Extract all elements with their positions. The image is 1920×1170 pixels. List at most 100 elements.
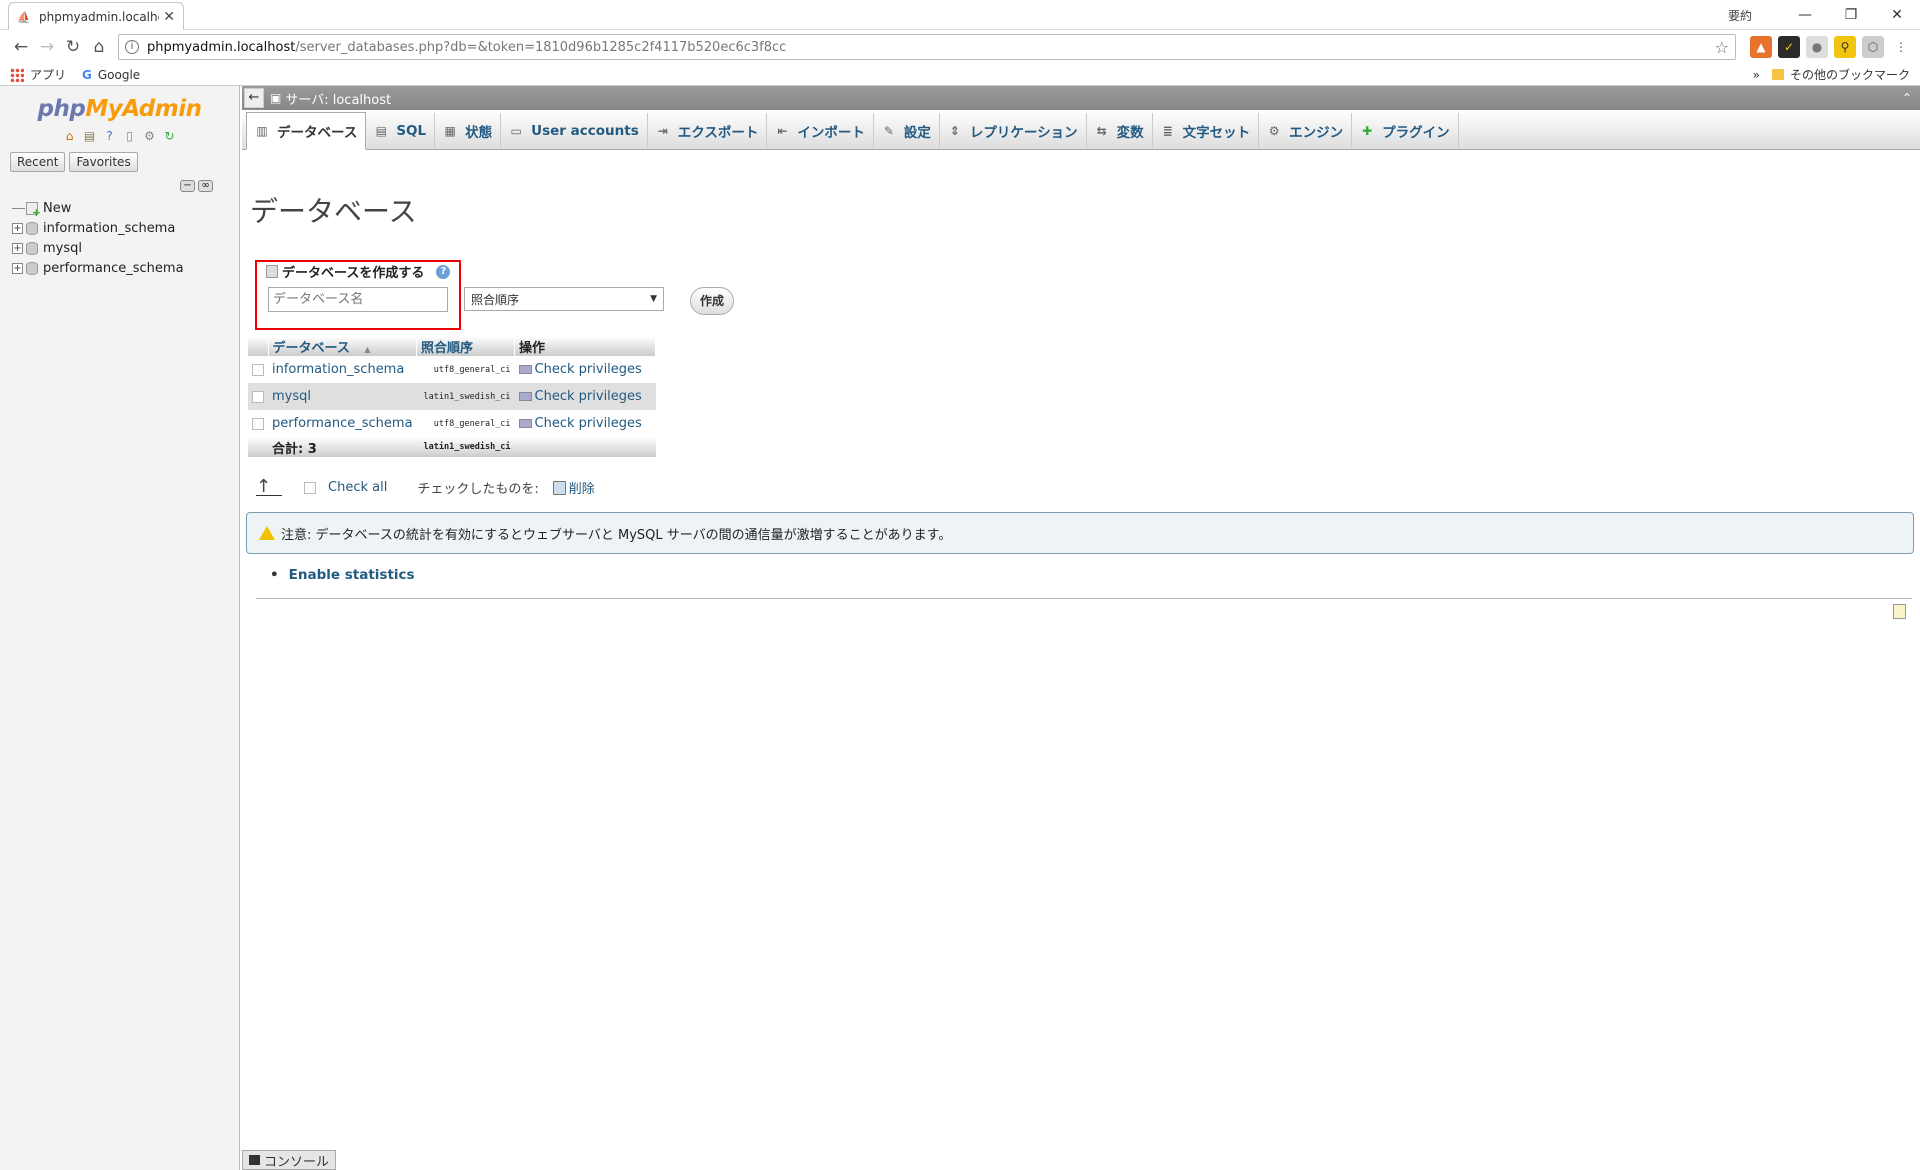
- bookmarks-overflow-icon[interactable]: »: [1753, 68, 1760, 82]
- create-button[interactable]: 作成: [690, 287, 734, 315]
- database-name-link[interactable]: mysql: [268, 383, 417, 410]
- check-privileges-link[interactable]: Check privileges: [514, 410, 656, 437]
- bookmark-google[interactable]: G Google: [82, 68, 140, 82]
- console-toggle[interactable]: コンソール: [242, 1150, 336, 1170]
- collapse-icon[interactable]: ⌃: [1902, 91, 1912, 105]
- row-checkbox-cell: [248, 383, 268, 410]
- tab-user-accounts[interactable]: ▭ User accounts: [501, 113, 648, 149]
- notice-text: 注意: データベースの統計を有効にするとウェブサーバと MySQL サーバの間の…: [281, 527, 952, 543]
- tree-item-mysql[interactable]: + mysql: [12, 238, 184, 258]
- new-database-icon: [266, 265, 278, 278]
- pma-logo[interactable]: phpMyAdmin: [0, 96, 239, 122]
- favorites-button[interactable]: Favorites: [69, 152, 138, 172]
- expand-icon[interactable]: +: [12, 262, 23, 274]
- check-privileges-link[interactable]: Check privileges: [514, 383, 656, 410]
- tab-charsets[interactable]: ≣ 文字セット: [1153, 113, 1260, 149]
- page-title: データベース: [250, 195, 417, 228]
- recent-button[interactable]: Recent: [10, 152, 66, 172]
- database-icon: ▥: [256, 124, 268, 138]
- home-icon[interactable]: ⌂: [62, 128, 78, 144]
- privileges-icon: [518, 365, 532, 374]
- profile-badge[interactable]: 要約: [1728, 7, 1752, 24]
- restore-icon[interactable]: ❐: [1828, 7, 1874, 23]
- menu-kebab-icon[interactable]: ⋮: [1890, 36, 1912, 58]
- window-controls: 要約 — ❐ ✕: [1728, 0, 1920, 30]
- tab-label: プラグイン: [1382, 125, 1450, 141]
- close-window-icon[interactable]: ✕: [1874, 7, 1920, 23]
- delete-icon: [552, 480, 566, 495]
- database-name-link[interactable]: performance_schema: [268, 410, 417, 437]
- tab-sql[interactable]: ▤ SQL: [366, 113, 436, 149]
- exit-icon[interactable]: ▤: [82, 128, 98, 144]
- tree-item-information-schema[interactable]: + information_schema: [12, 218, 184, 238]
- minimize-icon[interactable]: —: [1782, 7, 1828, 23]
- users-icon: ▭: [510, 124, 522, 138]
- header-collation[interactable]: 照合順序: [416, 336, 516, 356]
- address-bar: ← → ↻ ⌂ i phpmyadmin.localhost /server_d…: [0, 30, 1920, 64]
- header-database[interactable]: データベース ▲: [268, 336, 418, 356]
- browser-tab[interactable]: ⛵ phpmyadmin.localhost ✕: [8, 2, 184, 30]
- reload-icon[interactable]: ↻: [60, 37, 86, 57]
- expand-icon[interactable]: +: [12, 242, 23, 254]
- delete-label: 削除: [568, 482, 595, 497]
- tab-variables[interactable]: ⇆ 変数: [1087, 113, 1153, 149]
- tab-title: phpmyadmin.localhost: [39, 9, 159, 24]
- row-checkbox[interactable]: [252, 363, 264, 376]
- back-arrow-icon[interactable]: ←: [244, 88, 264, 108]
- collation-select[interactable]: 照合順序 ▼: [464, 287, 664, 311]
- main-content: ← ▣ サーバ: localhost ⌃ ▥ データベース ▤ SQL ▦ 状態…: [242, 86, 1920, 1170]
- tab-replication[interactable]: ⇕ レプリケーション: [940, 113, 1087, 149]
- check-all-checkbox[interactable]: [304, 481, 316, 494]
- home-icon[interactable]: ⌂: [86, 37, 112, 57]
- bookmark-other[interactable]: その他のブックマーク: [1790, 66, 1910, 83]
- extension-check-icon[interactable]: ✓: [1778, 36, 1800, 58]
- tree-item-new[interactable]: New: [12, 198, 184, 219]
- refresh-icon[interactable]: ↻: [162, 128, 178, 144]
- server-label[interactable]: サーバ: localhost: [285, 89, 391, 108]
- tab-engines[interactable]: ⚙ エンジン: [1259, 113, 1353, 149]
- top-menu: ▥ データベース ▤ SQL ▦ 状態 ▭ User accounts ⇥ エク…: [242, 110, 1920, 150]
- dropdown-arrow-icon: ▼: [650, 294, 657, 304]
- tree-item-performance-schema[interactable]: + performance_schema: [12, 258, 184, 278]
- tab-settings[interactable]: ✎ 設定: [874, 113, 940, 149]
- collapse-all-icon[interactable]: −: [180, 180, 195, 192]
- extension-circle-icon[interactable]: ●: [1806, 36, 1828, 58]
- tab-plugins[interactable]: ✚ プラグイン: [1352, 113, 1459, 149]
- row-checkbox[interactable]: [252, 417, 264, 430]
- close-tab-icon[interactable]: ✕: [163, 9, 175, 25]
- notice-box: 注意: データベースの統計を有効にするとウェブサーバと MySQL サーバの間の…: [246, 512, 1914, 554]
- extension-chart-icon[interactable]: ▲: [1750, 36, 1772, 58]
- collation-cell: utf8_general_ci: [416, 410, 515, 437]
- check-all-label[interactable]: Check all: [328, 480, 387, 495]
- check-privileges-link[interactable]: Check privileges: [514, 356, 656, 383]
- tab-status[interactable]: ▦ 状態: [435, 113, 502, 149]
- back-icon[interactable]: ←: [8, 37, 34, 57]
- help-icon[interactable]: ?: [436, 264, 451, 279]
- page-settings-icon[interactable]: [1893, 604, 1906, 619]
- help-icon[interactable]: ?: [102, 128, 118, 144]
- bookmark-apps[interactable]: アプリ: [10, 66, 66, 83]
- row-checkbox-cell: [248, 356, 268, 383]
- database-icon: [26, 261, 38, 275]
- url-input[interactable]: i phpmyadmin.localhost /server_databases…: [118, 34, 1736, 60]
- tab-export[interactable]: ⇥ エクスポート: [648, 113, 768, 149]
- google-icon: G: [82, 67, 92, 82]
- expand-icon[interactable]: +: [12, 222, 23, 234]
- docs-icon[interactable]: ▯: [122, 128, 138, 144]
- forward-icon[interactable]: →: [34, 37, 60, 57]
- settings-gear-icon[interactable]: ⚙: [142, 128, 158, 144]
- database-name-input[interactable]: [268, 287, 448, 312]
- extension-search-icon[interactable]: ⚲: [1834, 36, 1856, 58]
- link-icon[interactable]: ∞: [198, 180, 213, 192]
- info-icon[interactable]: i: [125, 40, 139, 54]
- row-checkbox[interactable]: [252, 390, 264, 403]
- tab-databases[interactable]: ▥ データベース: [246, 112, 367, 150]
- bookmark-star-icon[interactable]: ☆: [1715, 38, 1729, 57]
- tab-label: データベース: [277, 125, 358, 141]
- tab-import[interactable]: ⇤ インポート: [767, 113, 874, 149]
- tree-tools: − ∞: [180, 180, 213, 192]
- delete-button[interactable]: 削除: [552, 478, 595, 497]
- extension-shield-icon[interactable]: ⬡: [1862, 36, 1884, 58]
- database-name-link[interactable]: information_schema: [268, 356, 417, 383]
- enable-statistics-link[interactable]: Enable statistics: [270, 567, 415, 583]
